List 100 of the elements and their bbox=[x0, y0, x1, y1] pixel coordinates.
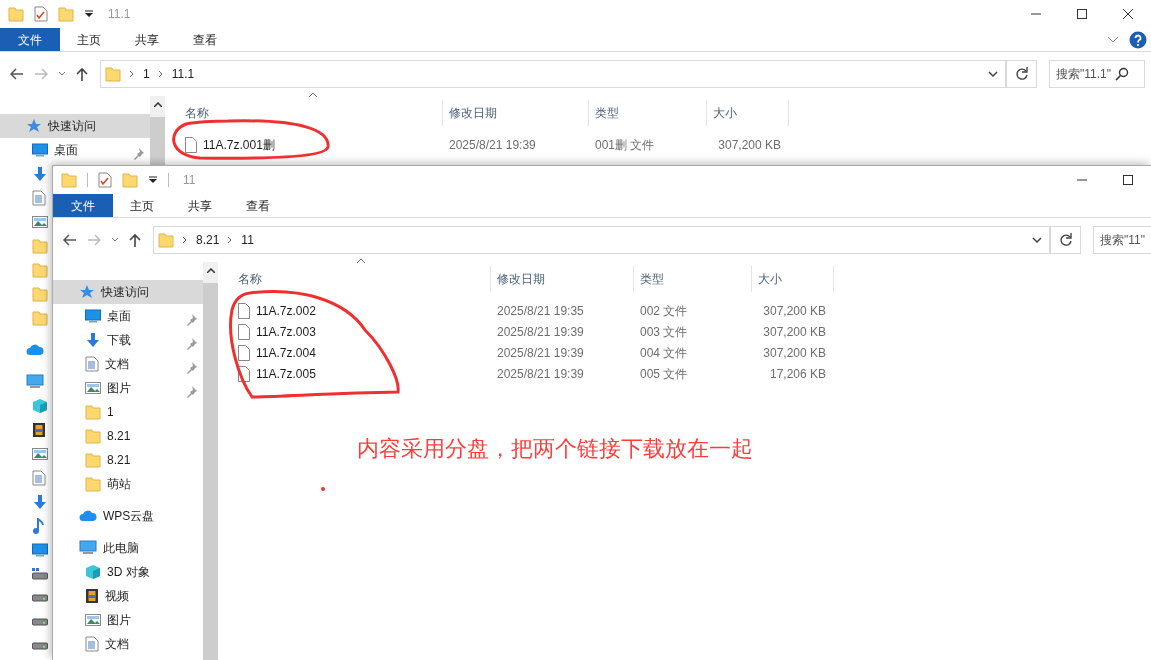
chevron-right-icon bbox=[182, 236, 188, 244]
network-drive-icon bbox=[32, 568, 48, 580]
type-cell-text: 004 文件 bbox=[639, 344, 689, 362]
column-header[interactable]: 修改日期 bbox=[443, 100, 589, 126]
drive-icon bbox=[32, 642, 48, 650]
ribbon-tab[interactable]: 主页 bbox=[113, 194, 171, 217]
refresh-button[interactable] bbox=[1051, 226, 1081, 254]
column-header[interactable]: 名称 bbox=[226, 266, 491, 292]
recent-locations-button[interactable] bbox=[109, 237, 121, 243]
drive-icon bbox=[32, 594, 48, 602]
sidebar-item[interactable]: 萌站 bbox=[53, 472, 203, 496]
file-name[interactable]: 11A.7z.005 bbox=[256, 364, 316, 383]
column-header[interactable]: 修改日期 bbox=[491, 266, 634, 292]
checkmark-document-icon bbox=[34, 6, 48, 22]
breadcrumb-item[interactable]: 1 bbox=[143, 65, 150, 83]
pin-icon bbox=[185, 385, 197, 398]
type-cell-text: 003 文件 bbox=[639, 323, 689, 341]
address-bar[interactable]: 1 11.1 bbox=[100, 60, 1007, 88]
size-cell-text: 17,206 KB bbox=[768, 365, 827, 383]
breadcrumb-item[interactable]: 11 bbox=[241, 231, 254, 249]
chevron-down-icon bbox=[987, 71, 998, 77]
music-note-icon bbox=[32, 518, 44, 534]
scrollbar-thumb[interactable] bbox=[150, 117, 165, 166]
size-cell-text: 307,200 KB bbox=[762, 344, 827, 362]
drive-icon bbox=[32, 618, 48, 626]
search-field[interactable]: 搜索"11" bbox=[1093, 226, 1151, 254]
file-name[interactable]: 11A.7z.002 bbox=[256, 301, 316, 320]
folder-icon bbox=[32, 262, 48, 278]
maximize-icon bbox=[1123, 175, 1133, 185]
scrollbar-thumb[interactable] bbox=[203, 283, 218, 660]
document-icon bbox=[32, 470, 46, 486]
pin-icon bbox=[132, 147, 144, 160]
column-header[interactable]: 大小 bbox=[707, 100, 789, 126]
search-field[interactable]: 搜索"11.1" bbox=[1049, 60, 1145, 88]
folder-icon bbox=[8, 6, 24, 22]
search-placeholder: 搜索"11" bbox=[1100, 232, 1145, 249]
file-name[interactable]: 11A.7z.004 bbox=[256, 343, 316, 362]
sidebar-item[interactable]: 文档 bbox=[53, 352, 203, 376]
ribbon-tab[interactable]: 共享 bbox=[171, 194, 229, 217]
sidebar-item[interactable]: 图片 bbox=[53, 608, 203, 632]
date-cell-text: 2025/8/21 19:39 bbox=[496, 323, 585, 341]
address-bar[interactable]: 8.21 11 bbox=[153, 226, 1051, 254]
ribbon-tab[interactable]: 主页 bbox=[60, 28, 118, 51]
ribbon-tab[interactable]: 共享 bbox=[118, 28, 176, 51]
sidebar-item[interactable]: 8.21 bbox=[53, 448, 203, 472]
folder-icon bbox=[122, 172, 138, 188]
monitor-icon bbox=[85, 309, 101, 323]
folder-icon bbox=[32, 286, 48, 302]
back-button[interactable] bbox=[61, 234, 79, 246]
sidebar-item[interactable]: 此电脑 bbox=[53, 536, 203, 560]
sidebar-item[interactable]: 8.21 bbox=[53, 424, 203, 448]
up-button[interactable] bbox=[74, 67, 90, 81]
refresh-icon bbox=[1058, 233, 1073, 247]
pin-icon bbox=[185, 337, 197, 350]
sidebar-item[interactable]: 快速访问 bbox=[53, 280, 203, 304]
file-icon bbox=[185, 136, 197, 153]
sidebar-item[interactable]: 1 bbox=[53, 400, 203, 424]
column-header[interactable]: 类型 bbox=[589, 100, 707, 126]
sidebar-item[interactable]: 桌面 bbox=[53, 304, 203, 328]
sidebar-item[interactable]: 桌面 bbox=[0, 138, 150, 162]
size-cell-text: 307,200 KB bbox=[762, 302, 827, 320]
document-icon bbox=[85, 636, 99, 652]
cloud-icon bbox=[26, 344, 44, 356]
sidebar-item[interactable]: 3D 对象 bbox=[53, 560, 203, 584]
sort-up-icon bbox=[356, 258, 366, 264]
monitor-icon bbox=[32, 143, 48, 157]
date-cell-text: 2025/8/21 19:39 bbox=[496, 365, 585, 383]
column-header[interactable]: 名称 bbox=[173, 100, 443, 126]
forward-arrow-icon bbox=[34, 68, 48, 80]
sidebar-item[interactable]: 视频 bbox=[53, 584, 203, 608]
column-header[interactable]: 大小 bbox=[752, 266, 834, 292]
breadcrumb-item[interactable]: 8.21 bbox=[196, 231, 220, 249]
up-button[interactable] bbox=[127, 233, 143, 247]
type-cell-text: 002 文件 bbox=[639, 302, 689, 320]
folder-icon bbox=[61, 172, 77, 188]
file-name[interactable]: 11A.7z.003 bbox=[256, 322, 316, 341]
sidebar-item[interactable]: WPS云盘 bbox=[53, 504, 203, 528]
size-cell-text: 307,200 KB bbox=[762, 323, 827, 341]
column-header[interactable]: 类型 bbox=[634, 266, 752, 292]
window-title: 11 bbox=[182, 172, 196, 189]
file-icon bbox=[238, 344, 250, 361]
sidebar-item[interactable]: 图片 bbox=[53, 376, 203, 400]
cube-icon bbox=[85, 564, 101, 580]
star-icon bbox=[79, 284, 95, 300]
sidebar-item[interactable]: 文档 bbox=[53, 632, 203, 656]
back-arrow-icon bbox=[63, 234, 77, 246]
dropdown-icon bbox=[148, 176, 158, 184]
file-name[interactable]: 11A.7z.001删 bbox=[203, 135, 275, 154]
breadcrumb-item[interactable]: 11.1 bbox=[171, 65, 195, 83]
folder-icon bbox=[85, 428, 101, 444]
sidebar-item[interactable]: 下载 bbox=[53, 328, 203, 352]
ribbon-tab[interactable]: 查看 bbox=[229, 194, 287, 217]
ribbon-tab[interactable]: 查看 bbox=[176, 28, 234, 51]
back-button[interactable] bbox=[8, 68, 26, 80]
ribbon-tab[interactable]: 文件 bbox=[53, 194, 113, 217]
ribbon-tab[interactable]: 文件 bbox=[0, 28, 60, 51]
sidebar-item[interactable]: 快速访问 bbox=[0, 114, 150, 138]
refresh-button[interactable] bbox=[1007, 60, 1037, 88]
help-icon bbox=[1129, 30, 1147, 49]
recent-locations-button[interactable] bbox=[56, 71, 68, 77]
